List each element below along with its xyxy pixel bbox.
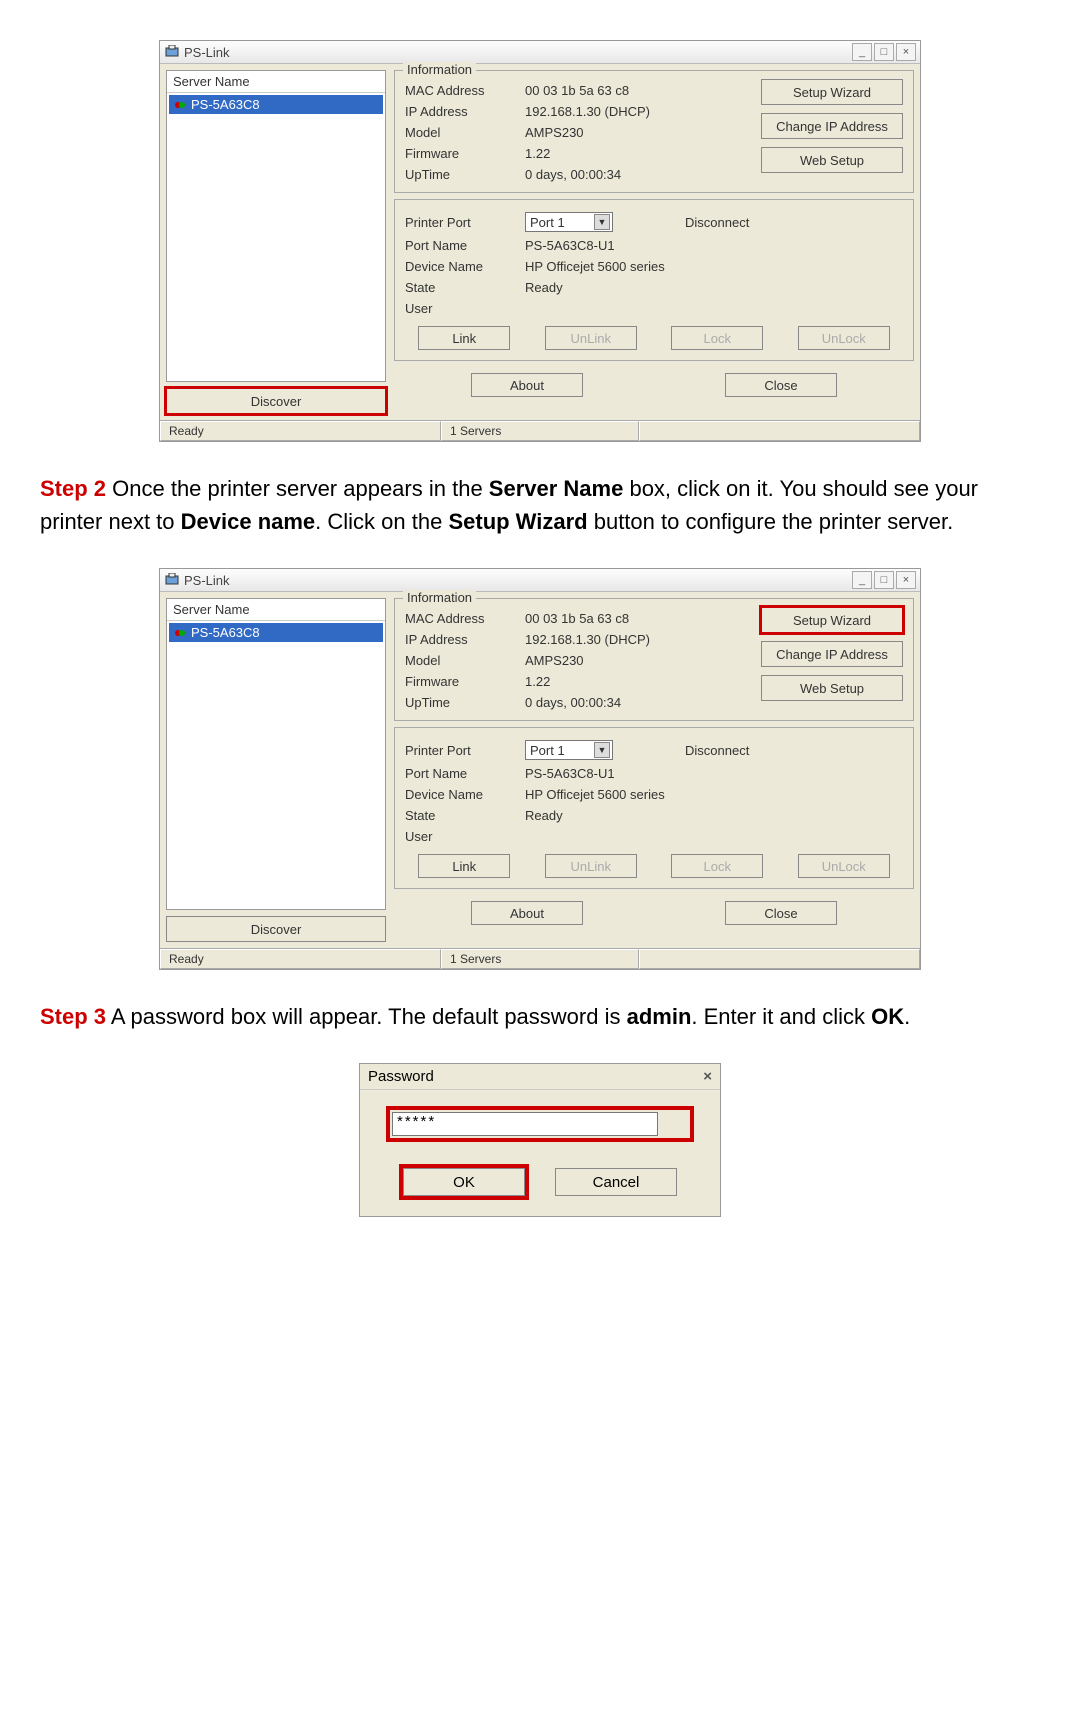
server-name-header: Server Name bbox=[167, 599, 385, 621]
devname-value: HP Officejet 5600 series bbox=[525, 259, 903, 274]
status-servers: 1 Servers bbox=[441, 421, 639, 441]
server-item[interactable]: PS-5A63C8 bbox=[169, 623, 383, 642]
fw-value: 1.22 bbox=[525, 146, 705, 161]
ps-link-window-1: PS-Link _ □ × Server Name PS-5A63C8 Disc… bbox=[159, 40, 921, 442]
titlebar: PS-Link _ □ × bbox=[160, 41, 920, 64]
fw-label: Firmware bbox=[405, 146, 525, 161]
server-icon bbox=[173, 626, 187, 640]
ip-label: IP Address bbox=[405, 104, 525, 119]
password-titlebar: Password × bbox=[360, 1064, 720, 1090]
chevron-down-icon: ▼ bbox=[594, 214, 610, 230]
disconnect-label: Disconnect bbox=[685, 215, 903, 230]
window-controls: _ □ × bbox=[852, 43, 916, 61]
maximize-button[interactable]: □ bbox=[874, 571, 894, 589]
step2-instruction: Step 2 Once the printer server appears i… bbox=[40, 472, 1040, 538]
model-value: AMPS230 bbox=[525, 125, 705, 140]
password-input-highlight: ***** bbox=[390, 1110, 690, 1138]
ok-button[interactable]: OK bbox=[403, 1168, 525, 1196]
close-button-bottom[interactable]: Close bbox=[725, 373, 837, 397]
unlink-button[interactable]: UnLink bbox=[545, 854, 637, 878]
close-button[interactable]: × bbox=[896, 571, 916, 589]
window-title: PS-Link bbox=[184, 45, 852, 60]
discover-button[interactable]: Discover bbox=[166, 916, 386, 942]
close-button[interactable]: × bbox=[896, 43, 916, 61]
statusbar: Ready 1 Servers bbox=[160, 420, 920, 441]
cancel-button[interactable]: Cancel bbox=[555, 1168, 677, 1196]
titlebar: PS-Link _ □ × bbox=[160, 569, 920, 592]
ip-value: 192.168.1.30 (DHCP) bbox=[525, 104, 705, 119]
maximize-button[interactable]: □ bbox=[874, 43, 894, 61]
model-label: Model bbox=[405, 125, 525, 140]
about-button[interactable]: About bbox=[471, 901, 583, 925]
app-icon bbox=[164, 44, 180, 60]
about-button[interactable]: About bbox=[471, 373, 583, 397]
info-group: Information MAC Address 00 03 1b 5a 63 c… bbox=[394, 70, 914, 193]
info-group-title: Information bbox=[403, 62, 476, 77]
discover-button[interactable]: Discover bbox=[166, 388, 386, 414]
close-icon[interactable]: × bbox=[703, 1068, 712, 1085]
ps-link-window-2: PS-Link _ □ × Server Name PS-5A63C8 Disc… bbox=[159, 568, 921, 970]
port-combo[interactable]: Port 1 ▼ bbox=[525, 740, 613, 760]
app-icon bbox=[164, 572, 180, 588]
window-controls: _ □ × bbox=[852, 571, 916, 589]
server-item[interactable]: PS-5A63C8 bbox=[169, 95, 383, 114]
change-ip-button[interactable]: Change IP Address bbox=[761, 641, 903, 667]
state-value: Ready bbox=[525, 280, 903, 295]
portname-label: Port Name bbox=[405, 238, 525, 253]
info-group: Information MAC Address 00 03 1b 5a 63 c… bbox=[394, 598, 914, 721]
server-tree: Server Name PS-5A63C8 bbox=[166, 70, 386, 382]
web-setup-button[interactable]: Web Setup bbox=[761, 147, 903, 173]
printer-port-label: Printer Port bbox=[405, 215, 525, 230]
web-setup-button[interactable]: Web Setup bbox=[761, 675, 903, 701]
uptime-value: 0 days, 00:00:34 bbox=[525, 167, 705, 182]
server-tree: Server Name PS-5A63C8 bbox=[166, 598, 386, 910]
port-combo[interactable]: Port 1 ▼ bbox=[525, 212, 613, 232]
setup-wizard-button[interactable]: Setup Wizard bbox=[761, 607, 903, 633]
unlock-button[interactable]: UnLock bbox=[798, 326, 890, 350]
password-title: Password bbox=[368, 1068, 434, 1085]
info-group-title: Information bbox=[403, 590, 476, 605]
unlock-button[interactable]: UnLock bbox=[798, 854, 890, 878]
mac-label: MAC Address bbox=[405, 83, 525, 98]
mac-value: 00 03 1b 5a 63 c8 bbox=[525, 83, 705, 98]
user-label: User bbox=[405, 301, 525, 316]
state-label: State bbox=[405, 280, 525, 295]
uptime-label: UpTime bbox=[405, 167, 525, 182]
step3-instruction: Step 3 A password box will appear. The d… bbox=[40, 1000, 1040, 1033]
close-button-bottom[interactable]: Close bbox=[725, 901, 837, 925]
lock-button[interactable]: Lock bbox=[671, 854, 763, 878]
server-item-label: PS-5A63C8 bbox=[191, 97, 260, 112]
link-button[interactable]: Link bbox=[418, 854, 510, 878]
port-group: Printer Port Port 1 ▼ Disconnect Port Na… bbox=[394, 199, 914, 361]
portname-value: PS-5A63C8-U1 bbox=[525, 238, 903, 253]
window-title: PS-Link bbox=[184, 573, 852, 588]
password-input[interactable]: ***** bbox=[392, 1112, 658, 1136]
port-group: Printer Port Port 1 ▼ Disconnect Port Na… bbox=[394, 727, 914, 889]
change-ip-button[interactable]: Change IP Address bbox=[761, 113, 903, 139]
chevron-down-icon: ▼ bbox=[594, 742, 610, 758]
devname-label: Device Name bbox=[405, 259, 525, 274]
server-name-header: Server Name bbox=[167, 71, 385, 93]
lock-button[interactable]: Lock bbox=[671, 326, 763, 350]
statusbar: Ready 1 Servers bbox=[160, 948, 920, 969]
unlink-button[interactable]: UnLink bbox=[545, 326, 637, 350]
minimize-button[interactable]: _ bbox=[852, 43, 872, 61]
password-dialog: Password × ***** OK Cancel bbox=[359, 1063, 721, 1217]
server-item-label: PS-5A63C8 bbox=[191, 625, 260, 640]
status-ready: Ready bbox=[160, 421, 441, 441]
server-icon bbox=[173, 98, 187, 112]
link-button[interactable]: Link bbox=[418, 326, 510, 350]
minimize-button[interactable]: _ bbox=[852, 571, 872, 589]
setup-wizard-button[interactable]: Setup Wizard bbox=[761, 79, 903, 105]
